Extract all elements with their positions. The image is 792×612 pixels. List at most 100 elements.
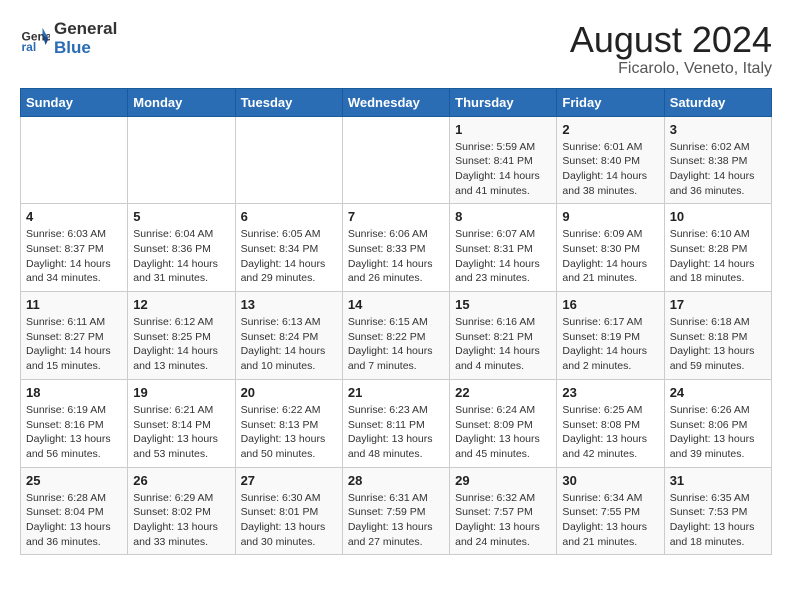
day-info: Sunrise: 6:06 AMSunset: 8:33 PMDaylight:… [348,227,444,286]
day-number: 3 [670,122,766,137]
logo-line2: Blue [54,39,117,58]
day-cell [342,116,449,204]
day-cell: 7 Sunrise: 6:06 AMSunset: 8:33 PMDaylight… [342,204,449,292]
day-info: Sunrise: 6:29 AMSunset: 8:02 PMDaylight:… [133,491,229,550]
day-info: Sunrise: 6:28 AMSunset: 8:04 PMDaylight:… [26,491,122,550]
day-info: Sunrise: 6:35 AMSunset: 7:53 PMDaylight:… [670,491,766,550]
day-number: 2 [562,122,658,137]
day-cell: 20 Sunrise: 6:22 AMSunset: 8:13 PMDayligh… [235,379,342,467]
day-info: Sunrise: 6:18 AMSunset: 8:18 PMDaylight:… [670,315,766,374]
day-info: Sunrise: 6:13 AMSunset: 8:24 PMDaylight:… [241,315,337,374]
header-saturday: Saturday [664,88,771,116]
day-cell: 12 Sunrise: 6:12 AMSunset: 8:25 PMDayligh… [128,292,235,380]
title-block: August 2024 Ficarolo, Veneto, Italy [570,20,772,78]
svg-text:ral: ral [22,40,37,54]
day-cell: 21 Sunrise: 6:23 AMSunset: 8:11 PMDayligh… [342,379,449,467]
day-cell: 25 Sunrise: 6:28 AMSunset: 8:04 PMDayligh… [21,467,128,555]
day-number: 6 [241,209,337,224]
day-number: 21 [348,385,444,400]
day-info: Sunrise: 6:26 AMSunset: 8:06 PMDaylight:… [670,403,766,462]
day-cell: 19 Sunrise: 6:21 AMSunset: 8:14 PMDayligh… [128,379,235,467]
day-number: 25 [26,473,122,488]
day-info: Sunrise: 6:23 AMSunset: 8:11 PMDaylight:… [348,403,444,462]
day-cell [128,116,235,204]
header-friday: Friday [557,88,664,116]
day-number: 26 [133,473,229,488]
day-cell: 26 Sunrise: 6:29 AMSunset: 8:02 PMDayligh… [128,467,235,555]
day-cell: 13Sunrise: 6:13 AMSunset: 8:24 PMDayligh… [235,292,342,380]
header-tuesday: Tuesday [235,88,342,116]
week-row-2: 4 Sunrise: 6:03 AMSunset: 8:37 PMDaylight… [21,204,772,292]
day-number: 28 [348,473,444,488]
day-info: Sunrise: 6:30 AMSunset: 8:01 PMDaylight:… [241,491,337,550]
calendar-subtitle: Ficarolo, Veneto, Italy [570,60,772,78]
day-cell: 22Sunrise: 6:24 AMSunset: 8:09 PMDayligh… [450,379,557,467]
day-info: Sunrise: 6:15 AMSunset: 8:22 PMDaylight:… [348,315,444,374]
day-cell: 3 Sunrise: 6:02 AMSunset: 8:38 PMDaylight… [664,116,771,204]
day-number: 23 [562,385,658,400]
day-cell: 23 Sunrise: 6:25 AMSunset: 8:08 PMDayligh… [557,379,664,467]
header-monday: Monday [128,88,235,116]
day-info: Sunrise: 6:04 AMSunset: 8:36 PMDaylight:… [133,227,229,286]
day-number: 19 [133,385,229,400]
day-number: 24 [670,385,766,400]
week-row-1: 1 Sunrise: 5:59 AMSunset: 8:41 PMDaylight… [21,116,772,204]
week-row-3: 11Sunrise: 6:11 AMSunset: 8:27 PMDayligh… [21,292,772,380]
day-cell: 5 Sunrise: 6:04 AMSunset: 8:36 PMDaylight… [128,204,235,292]
day-number: 12 [133,297,229,312]
day-number: 8 [455,209,551,224]
day-number: 20 [241,385,337,400]
day-cell: 27 Sunrise: 6:30 AMSunset: 8:01 PMDayligh… [235,467,342,555]
day-number: 14 [348,297,444,312]
day-info: Sunrise: 6:11 AMSunset: 8:27 PMDaylight:… [26,315,122,374]
day-cell: 4 Sunrise: 6:03 AMSunset: 8:37 PMDaylight… [21,204,128,292]
day-info: Sunrise: 6:01 AMSunset: 8:40 PMDaylight:… [562,140,658,199]
day-cell: 24 Sunrise: 6:26 AMSunset: 8:06 PMDayligh… [664,379,771,467]
day-cell: 8 Sunrise: 6:07 AMSunset: 8:31 PMDaylight… [450,204,557,292]
day-cell: 14 Sunrise: 6:15 AMSunset: 8:22 PMDayligh… [342,292,449,380]
day-info: Sunrise: 6:22 AMSunset: 8:13 PMDaylight:… [241,403,337,462]
day-info: Sunrise: 6:10 AMSunset: 8:28 PMDaylight:… [670,227,766,286]
day-number: 30 [562,473,658,488]
day-info: Sunrise: 6:02 AMSunset: 8:38 PMDaylight:… [670,140,766,199]
day-info: Sunrise: 6:32 AMSunset: 7:57 PMDaylight:… [455,491,551,550]
logo: Gene ral General Blue [20,20,117,57]
day-cell: 29Sunrise: 6:32 AMSunset: 7:57 PMDayligh… [450,467,557,555]
day-info: Sunrise: 6:34 AMSunset: 7:55 PMDaylight:… [562,491,658,550]
day-cell: 11Sunrise: 6:11 AMSunset: 8:27 PMDayligh… [21,292,128,380]
day-number: 1 [455,122,551,137]
week-row-5: 25 Sunrise: 6:28 AMSunset: 8:04 PMDayligh… [21,467,772,555]
day-info: Sunrise: 6:07 AMSunset: 8:31 PMDaylight:… [455,227,551,286]
day-number: 7 [348,209,444,224]
day-number: 9 [562,209,658,224]
day-number: 18 [26,385,122,400]
day-cell: 15Sunrise: 6:16 AMSunset: 8:21 PMDayligh… [450,292,557,380]
day-info: Sunrise: 5:59 AMSunset: 8:41 PMDaylight:… [455,140,551,199]
day-cell: 18Sunrise: 6:19 AMSunset: 8:16 PMDayligh… [21,379,128,467]
day-number: 4 [26,209,122,224]
day-info: Sunrise: 6:16 AMSunset: 8:21 PMDaylight:… [455,315,551,374]
day-info: Sunrise: 6:12 AMSunset: 8:25 PMDaylight:… [133,315,229,374]
day-info: Sunrise: 6:25 AMSunset: 8:08 PMDaylight:… [562,403,658,462]
header-wednesday: Wednesday [342,88,449,116]
day-cell: 2 Sunrise: 6:01 AMSunset: 8:40 PMDaylight… [557,116,664,204]
day-info: Sunrise: 6:31 AMSunset: 7:59 PMDaylight:… [348,491,444,550]
day-number: 16 [562,297,658,312]
day-info: Sunrise: 6:17 AMSunset: 8:19 PMDaylight:… [562,315,658,374]
day-number: 5 [133,209,229,224]
logo-icon: Gene ral [20,24,50,54]
day-cell: 10Sunrise: 6:10 AMSunset: 8:28 PMDayligh… [664,204,771,292]
header-thursday: Thursday [450,88,557,116]
day-number: 27 [241,473,337,488]
day-cell: 6Sunrise: 6:05 AMSunset: 8:34 PMDaylight… [235,204,342,292]
day-cell: 30 Sunrise: 6:34 AMSunset: 7:55 PMDayligh… [557,467,664,555]
day-cell: 9Sunrise: 6:09 AMSunset: 8:30 PMDaylight… [557,204,664,292]
day-cell: 1 Sunrise: 5:59 AMSunset: 8:41 PMDaylight… [450,116,557,204]
day-info: Sunrise: 6:21 AMSunset: 8:14 PMDaylight:… [133,403,229,462]
day-cell: 16 Sunrise: 6:17 AMSunset: 8:19 PMDayligh… [557,292,664,380]
calendar-table: SundayMondayTuesdayWednesdayThursdayFrid… [20,88,772,556]
day-cell: 28 Sunrise: 6:31 AMSunset: 7:59 PMDayligh… [342,467,449,555]
day-cell [21,116,128,204]
day-info: Sunrise: 6:03 AMSunset: 8:37 PMDaylight:… [26,227,122,286]
header-sunday: Sunday [21,88,128,116]
